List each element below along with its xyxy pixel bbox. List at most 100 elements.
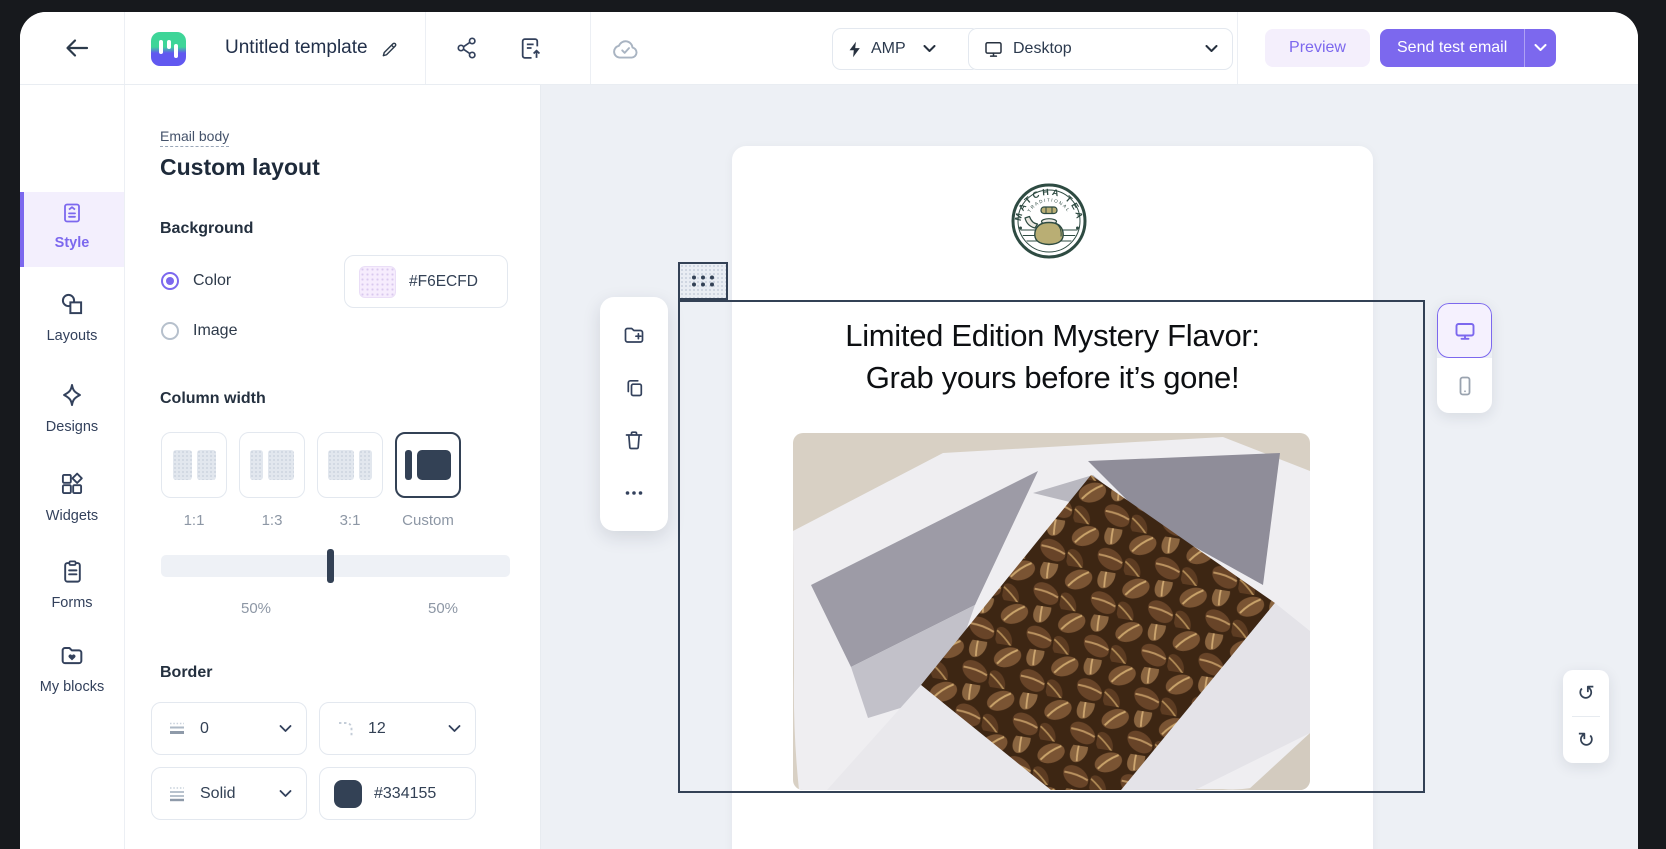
column-width-heading: Column width	[160, 390, 266, 408]
delete-block-button[interactable]	[616, 422, 652, 458]
history-panel: ↺ ↻	[1563, 670, 1609, 763]
block-toolbar	[600, 297, 668, 531]
column-option-label: 3:1	[317, 512, 383, 529]
ellipsis-icon	[622, 481, 646, 505]
duplicate-block-button[interactable]	[616, 370, 652, 406]
document-export-icon	[518, 36, 543, 61]
border-style-dropdown[interactable]: Solid	[151, 767, 307, 820]
my-blocks-icon	[58, 641, 86, 669]
share-button[interactable]	[454, 36, 480, 60]
sidebar-item-label: Layouts	[20, 328, 124, 344]
border-radius-value: 12	[368, 720, 436, 738]
undo-icon: ↺	[1577, 681, 1595, 705]
sidebar-item-designs[interactable]: Designs	[20, 381, 124, 435]
breadcrumb-email-body[interactable]: Email body	[160, 128, 229, 147]
autosave-status	[610, 34, 640, 62]
column-option-1-3[interactable]	[239, 432, 305, 498]
designs-icon	[58, 381, 86, 409]
sidebar-item-my-blocks[interactable]: My blocks	[20, 641, 124, 695]
app-logo[interactable]	[151, 32, 186, 66]
more-options-button[interactable]	[616, 475, 652, 511]
pencil-icon	[380, 39, 400, 59]
folder-add-icon	[622, 323, 646, 347]
border-radius-dropdown[interactable]: 12	[319, 702, 476, 755]
border-width-icon	[166, 718, 188, 740]
chevron-down-icon	[1205, 45, 1218, 53]
mobile-view-icon	[1453, 374, 1477, 398]
mobile-view-button[interactable]	[1437, 358, 1492, 413]
brand-logo[interactable]: MATCHA TEA TRADITIONAL	[1010, 182, 1088, 260]
image-radio-label: Image	[193, 322, 237, 340]
chevron-down-icon	[923, 45, 936, 53]
column-option-label: Custom	[395, 512, 461, 529]
column-width-slider[interactable]	[161, 555, 510, 577]
color-radio-label: Color	[193, 272, 231, 290]
device-preview-dropdown[interactable]: Desktop	[968, 28, 1233, 70]
coffee-bag-illustration	[793, 433, 1310, 790]
redo-icon: ↻	[1577, 728, 1595, 752]
redo-button[interactable]: ↻	[1563, 717, 1609, 763]
sidebar-item-label: My blocks	[20, 679, 124, 695]
background-image-option[interactable]: Image	[161, 322, 237, 340]
image-radio[interactable]	[161, 322, 179, 340]
sidebar-item-label: Style	[20, 235, 124, 251]
border-color-swatch	[334, 780, 362, 808]
background-color-picker[interactable]: #F6ECFD	[344, 255, 508, 308]
column-option-label: 1:3	[239, 512, 305, 529]
sidebar-item-style[interactable]: Style	[20, 201, 124, 251]
chevron-down-icon	[279, 790, 292, 798]
topbar: Untitled template	[20, 12, 1638, 85]
chevron-down-icon	[448, 725, 461, 733]
matcha-tea-logo-icon: MATCHA TEA TRADITIONAL	[1010, 182, 1088, 260]
sidebar-rail: Style Layouts Designs Widgets	[20, 84, 125, 849]
border-color-value: #334155	[374, 785, 461, 803]
device-toggle	[1437, 303, 1492, 413]
sidebar-item-label: Widgets	[20, 508, 124, 524]
widgets-icon	[58, 470, 86, 498]
desktop-view-button[interactable]	[1437, 303, 1492, 358]
border-heading: Border	[160, 664, 212, 682]
column-option-3-1[interactable]	[317, 432, 383, 498]
forms-icon	[59, 558, 86, 585]
undo-button[interactable]: ↺	[1563, 670, 1609, 716]
email-heading-line1: Limited Edition Mystery Flavor:	[732, 315, 1373, 357]
send-test-email-button[interactable]: Send test email	[1380, 29, 1524, 67]
trash-icon	[622, 428, 646, 452]
monitor-icon	[983, 39, 1004, 59]
share-icon	[455, 36, 479, 60]
column-width-slider-handle[interactable]	[327, 549, 334, 583]
email-heading-line2: Grab yours before it’s gone!	[732, 357, 1373, 399]
save-block-button[interactable]	[616, 317, 652, 353]
drag-dots-icon	[690, 273, 716, 289]
rename-button[interactable]	[378, 38, 402, 60]
background-color-option[interactable]: Color	[161, 272, 231, 290]
export-template-button[interactable]	[517, 35, 543, 61]
sidebar-item-forms[interactable]: Forms	[20, 558, 124, 611]
template-title: Untitled template	[225, 37, 368, 59]
border-style-value: Solid	[200, 785, 267, 803]
send-test-email-group: Send test email	[1380, 29, 1556, 67]
back-button[interactable]	[63, 36, 91, 60]
style-icon	[60, 201, 84, 225]
sidebar-item-layouts[interactable]: Layouts	[20, 290, 124, 344]
border-color-picker[interactable]: #334155	[319, 767, 476, 820]
left-column-percent: 50%	[223, 600, 289, 617]
send-options-button[interactable]	[1524, 29, 1556, 67]
desktop-view-icon	[1452, 319, 1478, 343]
right-column-percent: 50%	[410, 600, 476, 617]
column-option-label: 1:1	[161, 512, 227, 529]
chevron-down-icon	[1534, 44, 1547, 52]
email-canvas: MATCHA TEA TRADITIONAL Limited Edit	[541, 84, 1638, 849]
column-option-1-1[interactable]	[161, 432, 227, 498]
column-option-custom[interactable]	[395, 432, 461, 498]
preview-button[interactable]: Preview	[1265, 29, 1370, 67]
amp-mode-dropdown[interactable]: AMP	[832, 28, 980, 70]
email-heading[interactable]: Limited Edition Mystery Flavor: Grab you…	[732, 315, 1373, 399]
coffee-beans-image[interactable]	[793, 433, 1310, 790]
color-radio[interactable]	[161, 272, 179, 290]
block-drag-handle[interactable]	[678, 262, 728, 300]
sidebar-item-widgets[interactable]: Widgets	[20, 470, 124, 524]
sidebar-item-label: Designs	[20, 419, 124, 435]
border-width-dropdown[interactable]: 0	[151, 702, 307, 755]
background-color-swatch	[359, 266, 396, 298]
